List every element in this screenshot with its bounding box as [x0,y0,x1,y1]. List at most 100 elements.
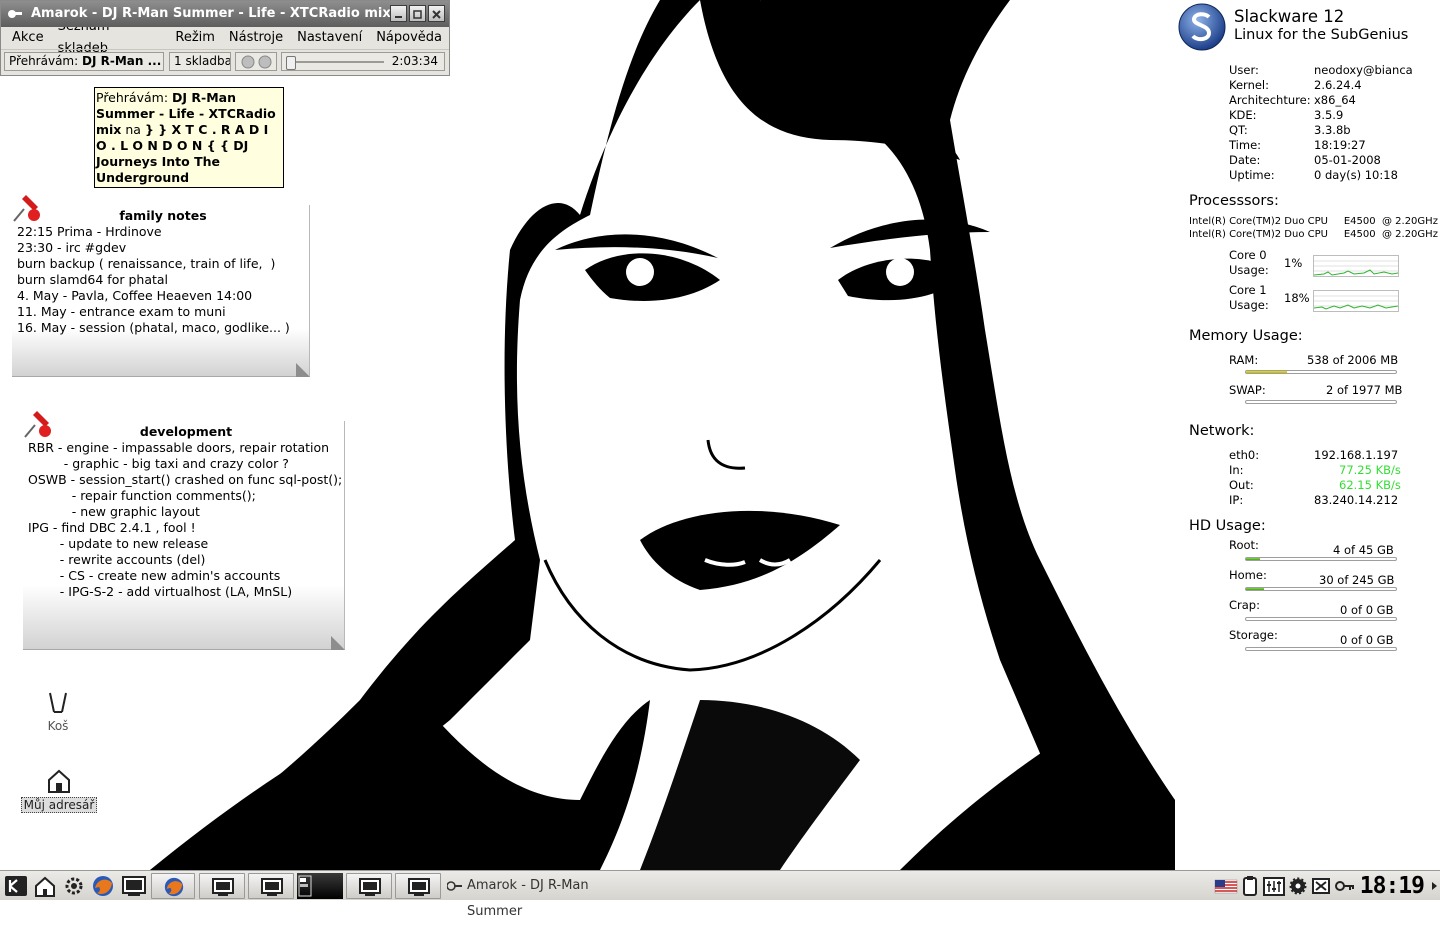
disk-value: 0 of 0 GB [1340,633,1394,647]
sys-label: Kernel: [1229,78,1270,92]
ram-label: RAM: [1229,353,1259,367]
note-resize-corner[interactable] [296,363,310,377]
track-count: 1 skladba [169,52,231,71]
sys-value: 3.5.9 [1314,108,1344,122]
note-family[interactable]: family notes 22:15 Prima - Hrdinove 23:3… [12,205,310,377]
network-tray-button[interactable] [1310,873,1332,899]
task-terminal-1[interactable] [199,873,245,899]
note-development[interactable]: development RBR - engine - impassable do… [23,421,345,650]
task-terminal-4[interactable] [395,873,441,899]
core-name: Core 0 [1229,248,1267,262]
slider-handle[interactable] [286,56,296,70]
note-line: 16. May - session (phatal, maco, godlike… [17,320,290,335]
swap-value: 2 of 1977 MB [1326,383,1403,397]
firefox-icon [93,876,113,896]
kde-menu-icon [5,876,27,896]
task-firefox[interactable] [151,873,195,899]
menu-napoveda[interactable]: Nápověda [369,27,449,49]
sys-value: x86_64 [1314,93,1356,107]
maximize-icon [413,10,422,19]
note-line: IPG - find DBC 2.4.1 , fool ! [28,520,196,535]
desktop-icon-label: Můj adresář [20,797,98,813]
menu-rezim[interactable]: Režim [168,27,222,49]
net-out-value: 62.15 KB/s [1339,478,1401,492]
swap-bar [1245,400,1397,404]
hd-heading: HD Usage: [1189,518,1266,534]
task-terminal-3[interactable] [346,873,392,899]
net-label: Out: [1229,478,1254,492]
position-slider[interactable]: 2:03:34 [281,52,445,71]
disk-bar [1245,587,1397,591]
player-toolbar: Přehrávám: DJ R-Man ... 1 skladba 2:03:3… [1,49,449,74]
ram-value: 538 of 2006 MB [1307,353,1399,367]
keyboard-layout-button[interactable] [1214,873,1238,899]
firefox-button[interactable] [91,873,117,899]
note-line: - graphic - big taxi and crazy color ? [28,456,289,471]
desktop-pager[interactable] [297,873,343,899]
note-line: - new graphic layout [28,504,200,519]
close-icon [432,10,441,19]
settings-tray-button[interactable] [1287,873,1309,899]
sys-label: Time: [1229,138,1262,152]
menu-akce[interactable]: Akce [5,27,51,49]
note-line: 11. May - entrance exam to muni [17,304,226,319]
clipboard-icon [1243,876,1257,896]
taskbar-clock[interactable]: 18:19 [1360,873,1425,899]
window-title: Amarok - DJ R-Man Summer - Life - XTCRad… [31,6,391,21]
desktop-icon-home[interactable]: Můj adresář [20,768,98,813]
disk-label: Home: [1229,568,1267,582]
sys-label: Architechture: [1229,93,1311,107]
task-amarok-label: Amarok - DJ R-Man Summer [467,878,589,919]
sys-label: Uptime: [1229,168,1275,182]
core-usage-label: Usage: [1229,263,1269,277]
note-resize-corner[interactable] [331,636,345,650]
note-line: burn slamd64 for phatal [17,272,169,287]
kde-menu-button[interactable] [4,873,28,899]
disk-label: Storage: [1229,628,1278,642]
amarok-window[interactable]: Amarok - DJ R-Man Summer - Life - XTCRad… [0,0,450,76]
network-heading: Network: [1189,423,1255,439]
task-terminal-2[interactable] [248,873,294,899]
sys-value: neodoxy@bianca [1314,63,1413,77]
maximize-button[interactable] [409,5,426,22]
disk-value: 30 of 245 GB [1319,573,1395,587]
core-usage-value: 1% [1284,256,1303,270]
desktop-icon-trash[interactable]: Koš [28,690,88,733]
note-title: family notes [119,208,207,223]
window-titlebar[interactable]: Amarok - DJ R-Man Summer - Life - XTCRad… [1,1,449,27]
play-controls-icon [241,55,272,69]
minimize-button[interactable] [390,5,407,22]
note-line: - CS - create new admin's accounts [28,568,281,583]
close-button[interactable] [428,5,445,22]
ram-bar [1245,370,1397,374]
task-amarok[interactable]: Amarok - DJ R-Man Summer [445,873,645,919]
pushpin-icon [24,411,51,438]
home-folder-button[interactable] [33,873,59,899]
sys-value: 3.3.8b [1314,123,1351,137]
kmix-button[interactable] [1262,873,1286,899]
cpu-graph-icon [1313,295,1399,310]
key-tray-button[interactable] [1334,873,1356,899]
menu-nastaveni[interactable]: Nastavení [290,27,369,49]
cpu-model: Intel(R) Core(TM)2 Duo CPU E4500 @ 2.20G… [1189,216,1438,227]
core-usage-value: 18% [1284,291,1310,305]
klipper-button[interactable] [1239,873,1261,899]
home-icon [48,769,70,793]
amarok-wolf-icon [8,10,22,18]
playback-controls[interactable] [235,52,277,71]
konsole-button[interactable] [121,873,147,899]
sys-value: 2.6.24.4 [1314,78,1362,92]
net-label: eth0: [1229,448,1260,462]
terminal-icon [359,878,381,896]
sys-label: KDE: [1229,108,1257,122]
panel-hide-button[interactable] [1428,873,1440,899]
memory-heading: Memory Usage: [1189,328,1303,344]
terminal-icon [261,878,283,896]
gear-icon [1289,877,1307,895]
osd-label: Přehrávám: [96,90,169,105]
control-center-button[interactable] [62,873,88,899]
terminal-icon [408,878,430,896]
pager-icon [298,875,312,897]
cpu-model: Intel(R) Core(TM)2 Duo CPU E4500 @ 2.20G… [1189,229,1438,240]
menu-nastroje[interactable]: Nástroje [222,27,290,49]
